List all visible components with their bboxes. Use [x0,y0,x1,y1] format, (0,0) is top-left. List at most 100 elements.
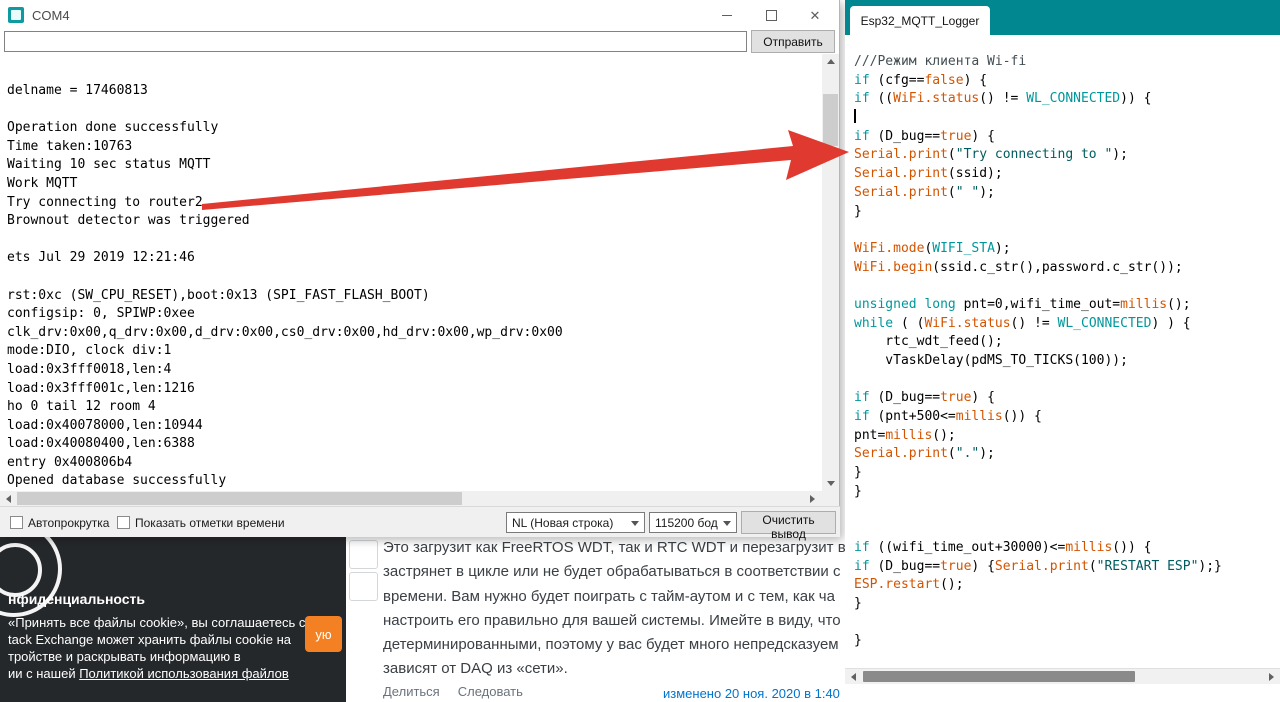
scroll-right-button[interactable] [804,491,821,506]
window-controls: ✕ [705,0,837,30]
serial-line: delname = 17460813 [7,83,148,98]
serial-line: ho 0 tail 12 room 4 [7,399,156,415]
serial-line: load:0x3fff0018,len:4 [7,361,172,377]
window-maximize-button[interactable] [749,0,793,30]
horizontal-scrollbar[interactable] [0,491,839,506]
serial-line: clk_drv:0x00,q_drv:0x00,d_drv:0x00,cs0_d… [7,324,563,340]
serial-output-area: delname = 17460813 Operation done succes… [2,54,820,491]
window-close-button[interactable]: ✕ [793,0,837,30]
serial-line [7,268,820,287]
arduino-editor-panel: Esp32_MQTT_Logger ///Режим клиента Wi-fi… [845,0,1280,702]
code-line: if (D_bug==true) {Serial.print("RESTART … [854,558,1222,574]
timestamps-label: Показать отметки времени [135,516,285,530]
code-line: } [854,203,862,219]
serial-line: rst:0xc (SW_CPU_RESET),boot:0x13 (SPI_FA… [7,287,430,303]
minimize-icon [722,14,732,16]
serial-line: configsip: 0, SPIWP:0xee [7,306,195,322]
vertical-scroll-thumb[interactable] [823,94,838,146]
code-line: } [854,595,862,611]
code-line: unsigned long pnt=0,wifi_time_out=millis… [854,296,1191,312]
serial-line: load:0x40078000,len:10944 [7,417,203,433]
arrow-up-icon [826,59,835,64]
share-link[interactable]: Делиться [383,684,440,699]
code-line: Serial.print(" "); [854,184,995,200]
serial-line: Opened database successfully [7,473,227,489]
cookie-text-line: ии с нашей Политикой использования файло… [8,666,289,681]
answer-paragraph: Это загрузит как FreeRTOS WDT, так и RTC… [383,536,854,682]
baud-rate-dropdown[interactable]: 115200 бод [649,512,737,533]
autoscroll-label: Автопрокрутка [28,516,110,530]
arrow-left-icon [851,672,856,681]
serial-line: Try connecting to router2 [7,194,203,210]
horizontal-scroll-thumb[interactable] [17,492,462,505]
code-line: while ( (WiFi.status() != WL_CONNECTED) … [854,315,1191,331]
scroll-right-button[interactable] [1263,669,1280,684]
serial-line: Time taken:10763 [7,138,133,154]
paragraph-line: застрянет в цикле или не будет обрабатыв… [383,563,841,581]
serial-monitor-icon [8,7,24,23]
cookie-banner: нфиденциальность «Принять все файлы cook… [0,537,346,702]
arrow-right-icon [810,494,815,503]
edited-timestamp-link[interactable]: изменено 20 ноя. 2020 в 1:40 [663,686,840,701]
paragraph-line: детерминированными, поэтому у вас будет … [383,636,839,654]
clear-output-button[interactable]: Очистить вывод [741,511,836,541]
code-line: pnt=millis(); [854,427,956,443]
send-button[interactable]: Отправить [751,30,835,53]
arrow-right-icon [1269,672,1274,681]
arrow-down-icon [826,481,835,486]
close-icon: ✕ [809,7,821,23]
editor-scroll-thumb[interactable] [863,671,1135,682]
code-line: WiFi.mode(WIFI_STA); [854,240,1011,256]
scroll-down-button[interactable] [822,476,839,491]
code-line [854,109,1280,128]
post-actions-row: Делиться Следовать [383,684,541,699]
code-line: Serial.print(ssid); [854,166,1003,182]
cookie-text-line: тройстве и раскрывать информацию в [8,649,241,664]
code-line: Serial.print("Try connecting to "); [854,147,1128,163]
vertical-scrollbar[interactable] [822,54,839,491]
cookie-banner-text: «Принять все файлы cookie», вы соглашает… [8,614,305,682]
screen: Это загрузит как FreeRTOS WDT, так и RTC… [0,0,1280,702]
tab-sketch[interactable]: Esp32_MQTT_Logger [850,6,990,35]
code-line: ///Режим клиента Wi-fi [854,54,1027,69]
serial-line: entry 0x400806b4 [7,454,133,470]
code-editor-area[interactable]: ///Режим клиента Wi-fi if (cfg==false) {i… [845,35,1280,668]
code-line: } [854,483,862,499]
window-minimize-button[interactable] [705,0,749,30]
paragraph-line: времени. Вам нужно будет поиграть с тайм… [383,587,835,605]
autoscroll-checkbox[interactable] [10,516,23,529]
scroll-up-button[interactable] [822,54,839,69]
serial-line: ets Jul 29 2019 12:21:46 [7,250,195,266]
follow-link[interactable]: Следовать [458,684,523,699]
code-line: rtc_wdt_feed(); [854,334,1003,350]
timestamps-checkbox[interactable] [117,516,130,529]
serial-send-input[interactable] [4,31,747,52]
line-ending-value: NL (Новая строка) [512,515,614,530]
code-line: ESP.restart(); [854,577,964,593]
serial-line: Operation done successfully [7,120,219,136]
cookie-text-line: tack Exchange может хранить файлы cookie… [8,632,292,647]
code-line: if (D_bug==true) { [854,390,995,406]
page-widget-box [349,572,378,601]
serial-line: mode:DIO, clock div:1 [7,343,172,359]
chevron-down-icon [631,521,639,526]
code-line: if ((wifi_time_out+30000)<=millis()) { [854,539,1152,555]
scroll-left-button[interactable] [845,669,862,684]
scroll-left-button[interactable] [0,491,17,506]
cookie-policy-link[interactable]: Политикой использования файлов [79,666,289,681]
serial-line: load:0x3fff001c,len:1216 [7,380,195,396]
code-line: if (D_bug==true) { [854,128,995,144]
accept-cookies-button[interactable]: ую [305,616,342,652]
editor-horizontal-scrollbar[interactable] [845,668,1280,684]
page-widget-box [349,540,378,569]
line-ending-dropdown[interactable]: NL (Новая строка) [506,512,645,533]
window-title: COM4 [32,7,70,23]
code-line: Serial.print("."); [854,446,995,462]
serial-monitor-statusbar: Автопрокрутка Показать отметки времени N… [0,506,840,541]
code-line: } [854,633,862,649]
